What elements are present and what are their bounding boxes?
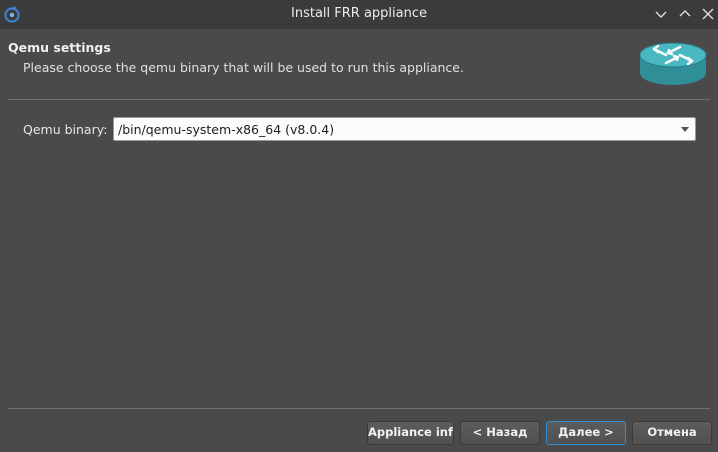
router-icon	[638, 41, 708, 89]
page-subtitle: Please choose the qemu binary that will …	[23, 60, 464, 75]
close-icon[interactable]	[700, 6, 716, 22]
window-title: Install FRR appliance	[291, 6, 427, 21]
next-button[interactable]: Далее >	[546, 421, 626, 445]
maximize-icon[interactable]	[677, 6, 693, 22]
footer-separator	[8, 408, 710, 409]
page-title: Qemu settings	[8, 40, 111, 55]
wizard-header: Qemu settings Please choose the qemu bin…	[0, 29, 718, 99]
qemu-binary-label: Qemu binary:	[23, 122, 108, 137]
appliance-info-button[interactable]: Appliance info	[367, 421, 454, 445]
header-separator	[8, 99, 710, 100]
back-button[interactable]: < Назад	[460, 421, 540, 445]
minimize-icon[interactable]	[653, 6, 669, 22]
title-bar: Install FRR appliance	[0, 0, 718, 29]
chevron-down-icon[interactable]	[681, 127, 689, 132]
qemu-binary-select[interactable]: /bin/qemu-system-x86_64 (v8.0.4)	[113, 117, 696, 141]
qemu-binary-value: /bin/qemu-system-x86_64 (v8.0.4)	[118, 122, 335, 137]
cancel-button[interactable]: Отмена	[632, 421, 712, 445]
